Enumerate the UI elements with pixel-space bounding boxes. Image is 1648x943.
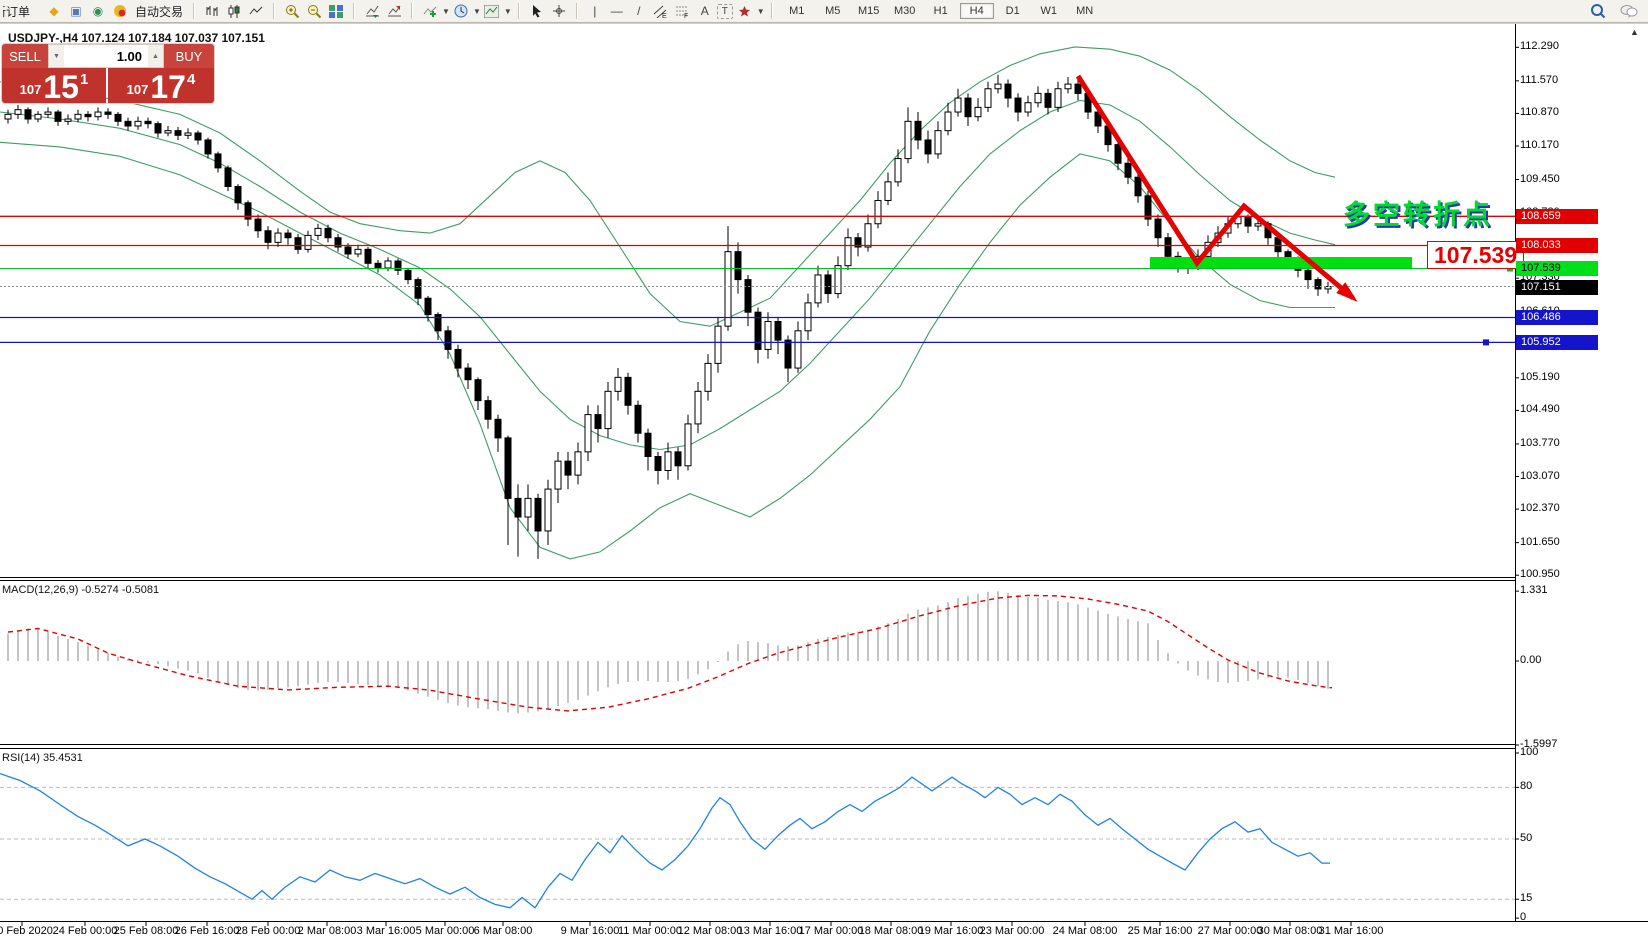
sell-price-big: 15 (43, 73, 79, 101)
buy-price-big: 17 (150, 73, 186, 101)
time-tick-label: 5 Mar 00:00 (416, 925, 475, 937)
time-tick-label: 25 Mar 16:00 (1128, 925, 1193, 937)
time-tick-label: 11 Mar 00:00 (618, 925, 682, 937)
time-tick-label: 6 Mar 08:00 (474, 925, 533, 937)
time-tick-label: 9 Mar 16:00 (561, 925, 620, 937)
axis-tick-label: 102.370 (1520, 502, 1560, 514)
bollinger-bands (0, 47, 1335, 559)
turning-point-annotation[interactable]: 多空转折点 (1343, 193, 1493, 232)
volume-input[interactable]: 1.00 (64, 45, 148, 67)
axis-tick-label: 103.070 (1520, 470, 1560, 482)
chart-canvas[interactable] (0, 0, 1648, 943)
axis-tick-label: 0 (1520, 911, 1526, 923)
time-tick-label: 18 Mar 08:00 (859, 925, 924, 937)
price-badge: 107.539 (1516, 261, 1598, 276)
time-tick-label: 13 Mar 16:00 (738, 925, 803, 937)
time-tick-label: 17 Mar 00:00 (799, 925, 864, 937)
time-tick-label: 19 Mar 16:00 (919, 925, 984, 937)
price-badge: 105.952 (1516, 335, 1598, 350)
price-level-tag: 107.539 (1427, 241, 1524, 269)
time-tick-label: 24 Mar 08:00 (1053, 925, 1118, 937)
time-tick-label: 12 Mar 08:00 (678, 925, 743, 937)
candles (5, 75, 1331, 559)
time-tick-label: 25 Feb 08:00 (114, 925, 179, 937)
support-zone-rectangle[interactable] (1150, 257, 1412, 268)
volume-decrease-button[interactable]: ▼ (49, 45, 64, 67)
buy-button[interactable]: BUY (164, 44, 214, 68)
axis-tick-label: 110.170 (1520, 139, 1559, 151)
axis-tick-label: 101.650 (1520, 536, 1560, 548)
axis-tick-label: 105.190 (1520, 371, 1560, 383)
axis-tick-label: 80 (1520, 780, 1532, 792)
time-tick-label: 28 Feb 00:00 (236, 925, 301, 937)
sell-price-tile[interactable]: 107 15 1 (2, 68, 106, 103)
axis-tick-label: 100.950 (1520, 568, 1560, 580)
axis-tick-label: 104.490 (1520, 403, 1560, 415)
macd-plot (8, 591, 1332, 713)
rsi-plot (0, 774, 1515, 908)
axis-tick-label: 50 (1520, 832, 1532, 844)
buy-price-tile[interactable]: 107 17 4 (108, 68, 214, 103)
chart-title: USDJPY-,H4 107.124 107.184 107.037 107.1… (8, 31, 265, 45)
mt4-terminal: 新订单 ◆ ▣ ◉ 自动交易 ▼ ▼ ▼ (0, 0, 1648, 943)
time-tick-label: 23 Mar 00:00 (980, 925, 1045, 937)
sell-button[interactable]: SELL (2, 44, 48, 68)
time-tick-label: 3 Mar 16:00 (357, 925, 416, 937)
volume-increase-button[interactable]: ▲ (148, 45, 163, 67)
axis-tick-label: 103.770 (1520, 437, 1560, 449)
axis-tick-label: 112.290 (1520, 40, 1559, 52)
axis-tick-label: 15 (1520, 892, 1532, 904)
time-tick-label: 2 Mar 08:00 (298, 925, 357, 937)
axis-tick-label: 1.331 (1520, 584, 1548, 596)
price-badge: 108.659 (1516, 209, 1598, 224)
axis-tick-label: 109.450 (1520, 173, 1560, 185)
axis-tick-label: 111.570 (1520, 74, 1558, 86)
axis-tick-label: 100 (1520, 746, 1538, 758)
rsi-indicator-label: RSI(14) 35.4531 (2, 752, 83, 764)
macd-indicator-label: MACD(12,26,9) -0.5274 -0.5081 (2, 584, 159, 596)
sell-price-prefix: 107 (20, 82, 42, 97)
time-tick-label: 20 Feb 2020 (0, 925, 53, 937)
price-badge: 108.033 (1516, 238, 1598, 253)
volume-stepper: ▼ 1.00 ▲ (48, 44, 164, 68)
buy-price-prefix: 107 (127, 82, 149, 97)
time-tick-label: 30 Mar 08:00 (1258, 925, 1323, 937)
price-badge: 106.486 (1516, 310, 1598, 325)
scroll-up-icon[interactable]: ▲ (1630, 27, 1639, 37)
axis-tick-label: 0.00 (1520, 654, 1541, 666)
time-tick-label: 27 Mar 00:00 (1198, 925, 1263, 937)
buy-price-pip: 4 (187, 71, 195, 88)
one-click-trading-panel: SELL ▼ 1.00 ▲ BUY 107 15 1 107 17 4 (2, 44, 214, 103)
axis-tick-label: 110.870 (1520, 106, 1559, 118)
sell-price-pip: 1 (80, 71, 88, 88)
time-tick-label: 26 Feb 16:00 (175, 925, 240, 937)
time-tick-label: 24 Feb 00:00 (53, 925, 118, 937)
time-tick-label: 31 Mar 16:00 (1319, 925, 1384, 937)
price-badge: 107.151 (1516, 280, 1598, 295)
